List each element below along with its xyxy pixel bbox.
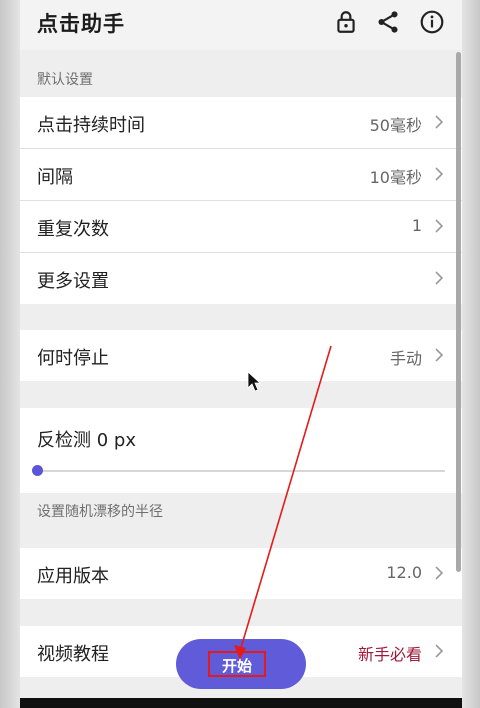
annotation-overlay [234, 345, 332, 660]
annotation-arrow-line [239, 345, 332, 652]
annotation-arrow-head [234, 645, 246, 660]
mouse-cursor-icon [247, 371, 262, 392]
